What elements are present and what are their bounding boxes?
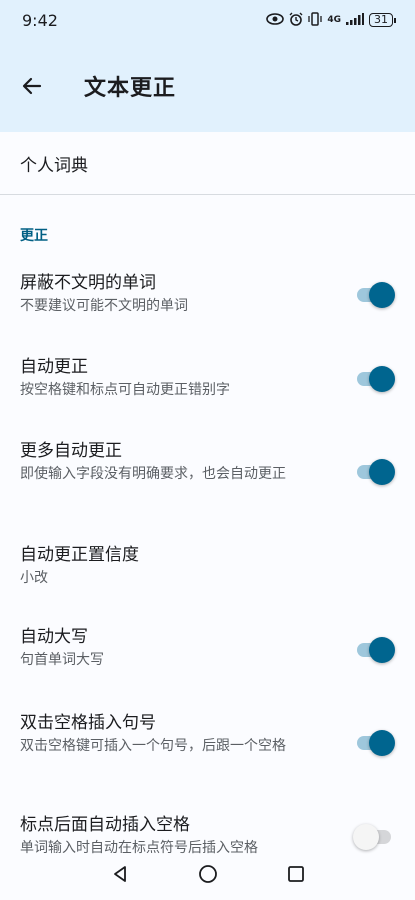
nav-home-button[interactable] — [164, 854, 252, 894]
setting-summary: 双击空格键可插入一个句号，后跟一个空格 — [20, 738, 286, 754]
recents-square-icon — [287, 866, 304, 882]
toggle-switch-auto-space-after-punctuation[interactable] — [353, 824, 391, 850]
toggle-thumb — [369, 730, 395, 756]
setting-auto-correct-confidence[interactable]: 自动更正置信度 小改 — [0, 544, 415, 604]
nav-recents-button[interactable] — [252, 854, 340, 894]
setting-auto-capitalize[interactable]: 自动大写 句首单词大写 — [0, 626, 415, 686]
toggle-switch-block-offensive[interactable] — [357, 282, 395, 308]
toggle-switch-auto-correct[interactable] — [357, 366, 395, 392]
alarm-icon — [289, 12, 303, 29]
setting-double-space-period[interactable]: 双击空格插入句号 双击空格键可插入一个句号，后跟一个空格 — [0, 712, 415, 792]
setting-title: 双击空格插入句号 — [20, 713, 156, 733]
toggle-switch-double-space-period[interactable] — [357, 730, 395, 756]
personal-dictionary-item[interactable]: 个人词典 — [0, 132, 415, 195]
app-bar: 文本更正 — [0, 40, 415, 132]
vibrate-icon — [308, 11, 322, 29]
toggle-thumb — [369, 637, 395, 663]
section-header: 更正 — [20, 228, 48, 244]
setting-summary: 句首单词大写 — [20, 652, 104, 668]
setting-summary: 即使输入字段没有明确要求，也会自动更正 — [20, 466, 286, 482]
setting-title: 自动更正 — [20, 357, 88, 377]
toggle-thumb — [369, 366, 395, 392]
navigation-bar — [0, 848, 415, 900]
back-triangle-icon — [113, 866, 126, 882]
status-icons: 4G 31 — [266, 11, 396, 29]
toggle-thumb — [369, 459, 395, 485]
setting-summary: 不要建议可能不文明的单词 — [20, 298, 188, 314]
setting-block-offensive[interactable]: 屏蔽不文明的单词 不要建议可能不文明的单词 — [0, 272, 415, 342]
back-button[interactable] — [8, 62, 56, 110]
settings-content: 个人词典 更正 — [0, 132, 415, 271]
battery-level: 31 — [374, 13, 388, 26]
personal-dictionary-label: 个人词典 — [20, 155, 88, 176]
status-bar: 9:42 4G 31 — [0, 0, 415, 40]
toggle-switch-auto-capitalize[interactable] — [357, 637, 395, 663]
setting-summary: 按空格键和标点可自动更正错别字 — [20, 382, 230, 398]
signal-icon — [346, 12, 364, 28]
toggle-thumb — [353, 824, 379, 850]
nav-back-button[interactable] — [76, 854, 164, 894]
arrow-left-icon — [22, 77, 42, 95]
battery-icon: 31 — [369, 13, 396, 27]
home-circle-icon — [198, 865, 217, 883]
toggle-thumb — [369, 282, 395, 308]
setting-title: 自动更正置信度 — [20, 545, 139, 565]
page-title: 文本更正 — [84, 76, 177, 101]
setting-auto-correct[interactable]: 自动更正 按空格键和标点可自动更正错别字 — [0, 356, 415, 426]
status-time: 9:42 — [22, 10, 58, 30]
toggle-switch-more-auto-correct[interactable] — [357, 459, 395, 485]
eye-icon — [266, 12, 285, 28]
setting-title: 更多自动更正 — [20, 441, 122, 461]
setting-more-auto-correct[interactable]: 更多自动更正 即使输入字段没有明确要求，也会自动更正 — [0, 440, 415, 520]
setting-title: 自动大写 — [20, 627, 88, 647]
setting-title: 屏蔽不文明的单词 — [20, 273, 156, 293]
network-label: 4G — [327, 14, 341, 25]
setting-summary: 小改 — [20, 570, 48, 586]
